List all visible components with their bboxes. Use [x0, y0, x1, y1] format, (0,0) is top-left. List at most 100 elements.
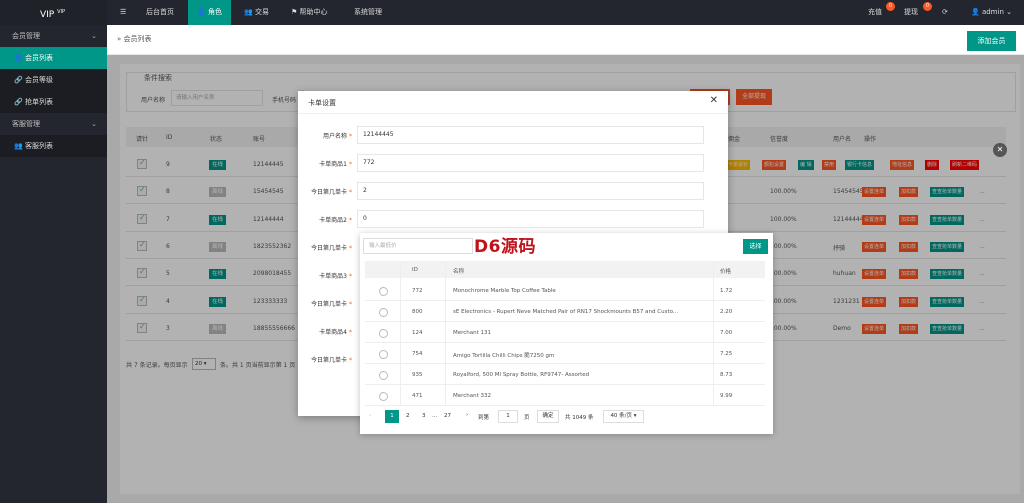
nav-label: 交易: [254, 8, 269, 16]
picker-row-divider: [365, 405, 765, 406]
required-mark: *: [349, 245, 352, 252]
withdraw-badge: 0: [923, 2, 932, 11]
required-mark: *: [349, 357, 352, 364]
sidebar-group-members[interactable]: 会员管理 ⌄: [0, 25, 107, 47]
pager-goto-label: 到第: [478, 415, 490, 421]
user-icon: 👤: [971, 8, 980, 16]
watermark: D6源码: [474, 237, 536, 257]
user-icon: 👤: [197, 8, 206, 16]
pager-goto-input[interactable]: 1: [498, 410, 518, 423]
nav-label: 帮助中心: [299, 8, 328, 16]
pager-prev-icon[interactable]: ‹: [369, 413, 371, 419]
field-label-text: 今日第几单卡: [310, 245, 347, 252]
field-label-text: 今日第几单卡: [310, 357, 347, 364]
product-id: 772: [412, 288, 423, 294]
nav-help[interactable]: ⚑ 帮助中心: [282, 0, 337, 25]
sidebar-item-support-list[interactable]: 👥 客服列表: [0, 135, 107, 157]
nav-label: 角色: [207, 8, 222, 16]
product-name: Merchant 131: [453, 330, 492, 336]
product-name: Merchant 332: [453, 393, 492, 399]
pager-page-3[interactable]: 3: [422, 413, 426, 419]
field-input[interactable]: 12144445: [357, 126, 704, 144]
product-radio[interactable]: [379, 371, 388, 380]
add-member-button[interactable]: 添加会员: [967, 31, 1016, 51]
chevron-down-icon: ⌄: [91, 32, 97, 40]
pager-page-2[interactable]: 2: [406, 413, 410, 419]
product-radio[interactable]: [379, 392, 388, 401]
close-icon[interactable]: ✕: [993, 143, 1007, 157]
link-icon: 🔗: [14, 98, 23, 106]
nav-home[interactable]: 后台首页: [137, 0, 183, 25]
pager-per-page-select[interactable]: 40 条/页 ▾: [603, 410, 644, 423]
field-label-text: 卡单商品1: [319, 161, 347, 168]
field-label: 用户名称 *: [298, 131, 352, 140]
product-id: 754: [412, 351, 423, 357]
required-mark: *: [349, 189, 352, 196]
link-icon: 🔗: [14, 76, 23, 84]
field-label: 卡单商品2 *: [298, 215, 352, 224]
picker-th-name: 名称: [453, 269, 465, 275]
recharge-badge: 0: [886, 2, 895, 11]
field-label: 今日第几单卡 *: [298, 243, 352, 252]
pager-page-unit: 页: [524, 415, 530, 421]
chevron-down-icon: ⌄: [91, 120, 97, 128]
pager-confirm-button[interactable]: 确定: [537, 410, 559, 423]
product-price: 7.25: [720, 351, 733, 357]
product-radio[interactable]: [379, 329, 388, 338]
pager-next-icon[interactable]: ›: [466, 412, 468, 418]
user-menu[interactable]: 👤 admin ⌄: [962, 0, 1021, 25]
logo-sup: VIP: [57, 9, 66, 15]
flag-icon: ⚑: [291, 8, 298, 16]
logo: VIP VIP: [0, 0, 107, 25]
logo-text: VIP: [40, 10, 55, 20]
field-input[interactable]: 2: [357, 182, 704, 200]
required-mark: *: [349, 133, 352, 140]
pager-page-27[interactable]: 27: [444, 413, 451, 419]
sidebar-group-support[interactable]: 客服管理 ⌄: [0, 113, 107, 135]
product-id: 124: [412, 330, 423, 336]
select-button[interactable]: 选择: [743, 239, 768, 254]
menu-toggle-icon[interactable]: ☰: [111, 0, 135, 25]
pager-page-1[interactable]: 1: [385, 410, 399, 423]
sidebar-item-member-level[interactable]: 🔗 会员等级: [0, 69, 107, 91]
product-price: 2.20: [720, 309, 733, 315]
sidebar-group-label: 客服管理: [12, 120, 40, 128]
refresh-icon[interactable]: ⟳: [933, 0, 957, 25]
modal-header: 卡单设置 ✕: [298, 91, 728, 114]
sidebar-item-label: 会员等级: [25, 76, 53, 84]
topbar: ☰ 后台首页 👤 角色 👥 交易 ⚑ 帮助中心 系统管理 充值 0 提现 0 ⟳…: [107, 0, 1024, 25]
product-radio[interactable]: [379, 287, 388, 296]
field-label-text: 今日第几单卡: [310, 301, 347, 308]
chevron-down-icon: ⌄: [1006, 8, 1012, 16]
min-price-input[interactable]: 输入最低价: [363, 238, 473, 254]
field-input[interactable]: 772: [357, 154, 704, 172]
field-input[interactable]: 0: [357, 210, 704, 228]
required-mark: *: [349, 161, 352, 168]
picker-table-header: [365, 261, 765, 278]
picker-row-divider: [365, 321, 765, 322]
product-radio[interactable]: [379, 308, 388, 317]
field-label-text: 今日第几单卡: [310, 189, 347, 196]
field-label: 今日第几单卡 *: [298, 355, 352, 364]
breadcrumb-item[interactable]: » 会员列表: [117, 34, 152, 44]
sidebar-item-member-list[interactable]: 👤 会员列表: [0, 47, 107, 69]
user-icon: 👤: [14, 54, 23, 62]
double-arrow-icon: »: [117, 35, 122, 43]
sidebar: VIP VIP 会员管理 ⌄ 👤 会员列表 🔗 会员等级 🔗 抢单列表 客服管理 ⌄ 👥 客…: [0, 0, 107, 503]
nav-system[interactable]: 系统管理: [345, 0, 391, 25]
product-price: 7.00: [720, 330, 733, 336]
nav-role[interactable]: 👤 角色: [188, 0, 231, 25]
product-radio[interactable]: [379, 350, 388, 359]
picker-row-divider: [365, 300, 765, 301]
field-label: 卡单商品1 *: [298, 159, 352, 168]
pager-total: 共 1049 条: [565, 415, 594, 421]
sidebar-item-order-list[interactable]: 🔗 抢单列表: [0, 91, 107, 113]
withdraw-link[interactable]: 提现: [895, 0, 927, 25]
close-icon[interactable]: ✕: [710, 95, 718, 106]
required-mark: *: [349, 273, 352, 280]
field-label: 今日第几单卡 *: [298, 187, 352, 196]
field-label-text: 卡单商品4: [319, 329, 347, 336]
nav-trade[interactable]: 👥 交易: [235, 0, 278, 25]
product-name: Amigo Tortilla Chilli Chips 脆7250 gm: [453, 353, 555, 359]
sidebar-item-label: 客服列表: [25, 142, 53, 150]
